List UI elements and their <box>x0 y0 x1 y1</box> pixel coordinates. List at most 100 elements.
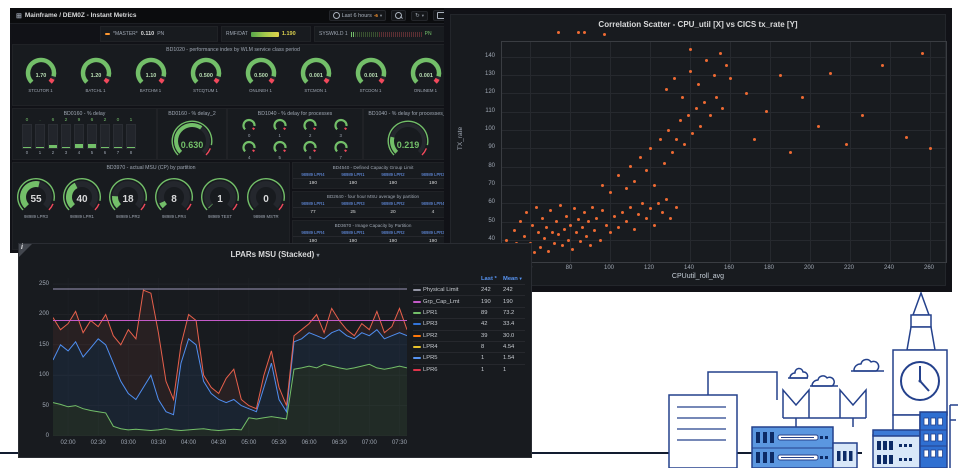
status-tick <box>370 31 372 37</box>
time-range-picker[interactable]: Last 6 hours -6 ▾ <box>328 10 387 21</box>
table-column-header[interactable]: 98989 LPR4 <box>293 170 333 179</box>
chevron-down-icon: ▾ <box>379 12 383 18</box>
syswkld-stat-panel[interactable]: SYSWKLD 1 PN <box>314 26 452 42</box>
factory-roof-right <box>839 387 867 418</box>
status-tick <box>372 31 374 37</box>
legend-header-last[interactable]: Last * <box>481 274 503 284</box>
status-tick <box>378 31 380 37</box>
lpars-title[interactable]: LPARs MSU (Stacked) ▾ <box>19 250 531 259</box>
legend-series-name[interactable]: LPR3 <box>423 318 481 329</box>
legend-last-value: 242 <box>481 284 503 295</box>
svg-text:0.001: 0.001 <box>364 73 378 79</box>
table-column-header[interactable]: 98989 LPR4 <box>293 228 333 237</box>
legend-series-swatch[interactable] <box>413 346 421 349</box>
status-tick <box>418 31 420 37</box>
proc-mini-gauge-label: 2 <box>309 133 312 138</box>
legend-series-name[interactable]: LPR5 <box>423 352 481 363</box>
legend-swatch-cell <box>413 329 423 341</box>
pi-gauge-label: STCUTOR 1 <box>28 88 53 93</box>
table-column-header[interactable]: 98989 LPR3 <box>333 199 373 208</box>
scatter-point <box>702 101 706 104</box>
legend-series-name[interactable]: Grp_Cap_Lmt <box>423 295 481 306</box>
panel-bd1040-title[interactable]: BD1040 - % delay for processes <box>228 109 362 117</box>
capacity-table-title[interactable]: BD3670 - Image Capacity by Partition <box>293 221 453 228</box>
table-column-header[interactable]: 98989 LPR1 <box>293 199 333 208</box>
legend-series-swatch[interactable] <box>413 323 421 326</box>
time-range-label: Last 6 hours <box>341 12 372 19</box>
legend-series-name[interactable]: Physical Limit <box>423 284 481 295</box>
panel-bd0160-delay: BD0160 - % delay 00.162239465260718 <box>12 108 157 160</box>
scatter-point <box>788 150 792 154</box>
legend-series-name[interactable]: LPR1 <box>423 306 481 318</box>
legend-series-name[interactable]: LPR6 <box>423 363 481 375</box>
table-column-header[interactable]: 98989 LPR2 <box>373 170 413 179</box>
scatter-point <box>540 216 544 220</box>
pi-gauge: 0.001 STCDON 1 <box>348 55 394 93</box>
scatter-point <box>764 110 768 114</box>
capacity-table-title[interactable]: BD4540 - Defined Capacity Group Limit <box>293 163 453 170</box>
lpars-title-text: LPARs MSU (Stacked) <box>230 250 315 259</box>
dashboard-toolbar: Last 6 hours -6 ▾ ↻ ▾ <box>328 10 450 21</box>
proc-mini-gauges: 0 1 2 3 4 5 6 7 <box>234 117 356 160</box>
proc-mini-gauge: 5 <box>265 139 296 160</box>
panel-bd1040-proc: BD1040 - % delay for processes 0 1 2 3 4 5 6 7 <box>227 108 363 160</box>
scatter-point <box>580 225 584 229</box>
capacity-table-title[interactable]: BD2640 - four hour MSU average by partit… <box>293 192 453 199</box>
factory-frame <box>783 417 866 427</box>
scatter-point <box>582 31 586 35</box>
legend-series-swatch[interactable] <box>413 289 421 292</box>
panel-bd1020-title[interactable]: BD1020 - performance index by WLM servic… <box>13 45 453 53</box>
legend-series-swatch[interactable] <box>413 368 421 371</box>
legend-swatch-cell <box>413 318 423 329</box>
legend-series-swatch[interactable] <box>413 357 421 360</box>
master-stat-panel[interactable]: *MASTER* 0.110 PN <box>100 26 218 42</box>
rmfdat-stat-panel[interactable]: RMF/DAT 1.190 <box>221 26 311 42</box>
pi-gauge-label: STCQTUM 1 <box>193 88 218 93</box>
delay-bar-track <box>61 124 71 149</box>
scatter-point <box>586 220 590 224</box>
msu-gauge: 40 98989 LPR1 <box>60 177 104 219</box>
scatter-point <box>594 216 598 220</box>
panel-bd3970-title[interactable]: BD3970 - actual MSU (CP) by partition <box>13 163 289 171</box>
msu-gauge-arc: 40 <box>63 178 101 211</box>
apps-grid-icon: ⊞ <box>16 12 22 20</box>
panel-bd1040-2-title[interactable]: BD1040 - % delay for processes_2 <box>364 109 453 117</box>
legend-series-name[interactable]: LPR4 <box>423 340 481 352</box>
dashboard-breadcrumb[interactable]: ⊞ Mainframe / DEM0Z - Instant Metrics <box>16 12 136 20</box>
table-column-header[interactable]: 98989 LPR2 <box>373 199 413 208</box>
scatter-point <box>624 220 628 224</box>
legend-series-swatch[interactable] <box>413 334 421 337</box>
zoom-out-button[interactable] <box>391 10 407 21</box>
delay-bar-track <box>113 124 123 149</box>
scatter-point <box>562 227 566 231</box>
legend-series-swatch[interactable] <box>413 300 421 303</box>
status-tick <box>416 31 418 37</box>
scatter-point <box>546 249 550 253</box>
table-column-header[interactable]: 98989 LPR2 <box>373 228 413 237</box>
status-tick <box>362 31 364 37</box>
legend-header-mean[interactable]: Mean ▾ <box>503 274 525 284</box>
table-column-header[interactable]: 98989 LPR1 <box>333 228 373 237</box>
scatter-point <box>600 183 604 187</box>
status-tick <box>396 31 398 37</box>
legend-last-value: 8 <box>481 340 503 352</box>
scatter-point <box>628 165 632 169</box>
legend-series-name[interactable]: LPR2 <box>423 329 481 341</box>
legend-swatch-cell <box>413 352 423 363</box>
capacity-table-headers: 98989 LPR1 98989 LPR3 98989 LPR2 98989 LPR4 <box>293 199 453 208</box>
refresh-button[interactable]: ↻ ▾ <box>411 10 428 21</box>
pi-gauge-label: BATCHM 1 <box>139 88 162 93</box>
panel-bd0160-title[interactable]: BD0160 - % delay <box>13 109 156 117</box>
scatter-point <box>588 244 592 247</box>
scatter-title[interactable]: Correlation Scatter - CPU_util [X] vs CI… <box>451 20 945 29</box>
panel-bd0160-2-title[interactable]: BD0160 - % delay_2 <box>158 109 226 117</box>
svg-text:55: 55 <box>30 194 42 205</box>
table-cell-value: 190 <box>388 181 397 186</box>
msu-gauge-label: 98989 LPR4 <box>162 214 186 219</box>
proc2-gauge: 0.219 <box>379 118 437 163</box>
dashboard-title: Mainframe / DEM0Z - Instant Metrics <box>24 12 137 19</box>
msu-gauge-label: 98989 MSTR <box>253 214 279 219</box>
scatter-point <box>674 205 678 209</box>
table-column-header[interactable]: 98989 LPR1 <box>333 170 373 179</box>
legend-series-swatch[interactable] <box>413 311 421 314</box>
